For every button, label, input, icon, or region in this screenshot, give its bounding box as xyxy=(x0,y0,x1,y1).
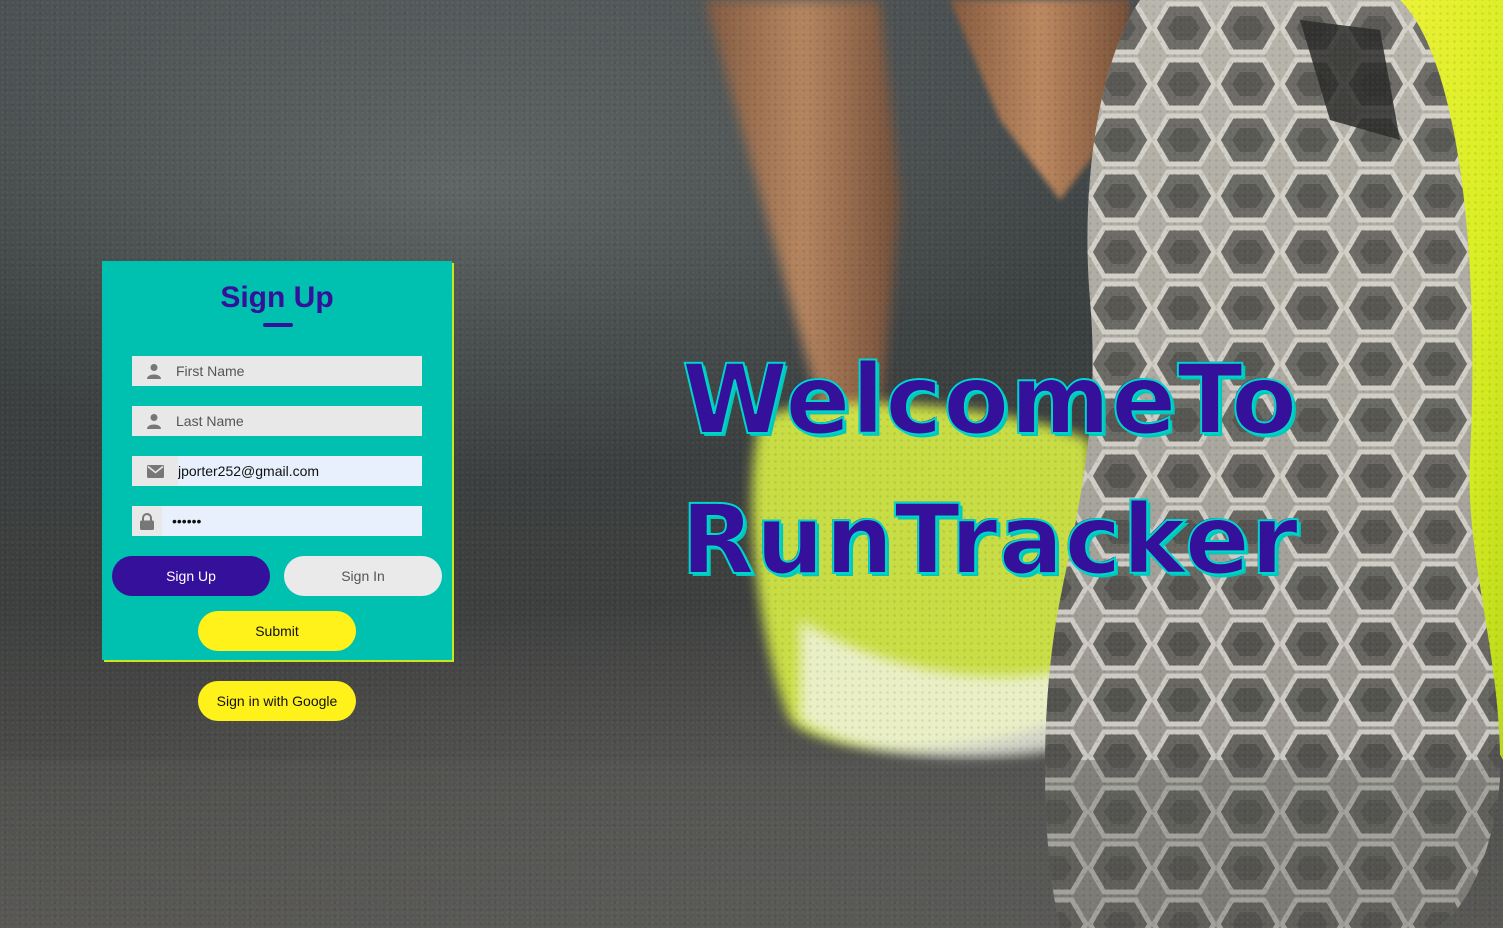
welcome-heading: WelcomeTo RunTracker xyxy=(600,330,1380,610)
title-underline xyxy=(263,323,293,327)
page: Sign Up Sign Up Sign I xyxy=(0,0,1503,928)
first-name-input[interactable] xyxy=(176,363,406,379)
password-input[interactable] xyxy=(172,513,402,529)
signup-title: Sign Up xyxy=(220,281,334,314)
sign-in-button[interactable]: Sign In xyxy=(284,556,442,596)
envelope-icon xyxy=(132,456,178,486)
submit-button[interactable]: Submit xyxy=(198,611,356,651)
welcome-line-2: RunTracker xyxy=(680,483,1300,597)
google-sign-in-button[interactable]: Sign in with Google xyxy=(198,681,356,721)
sign-up-button[interactable]: Sign Up xyxy=(112,556,270,596)
last-name-field[interactable] xyxy=(132,406,422,436)
user-icon xyxy=(132,406,176,436)
welcome-line-1: WelcomeTo xyxy=(681,343,1299,457)
password-field[interactable] xyxy=(132,506,422,536)
signup-card: Sign Up Sign Up Sign I xyxy=(102,261,452,660)
user-icon xyxy=(132,356,176,386)
last-name-input[interactable] xyxy=(176,413,406,429)
email-input[interactable] xyxy=(178,463,408,479)
email-field[interactable] xyxy=(132,456,422,486)
first-name-field[interactable] xyxy=(132,356,422,386)
lock-icon xyxy=(132,506,162,536)
